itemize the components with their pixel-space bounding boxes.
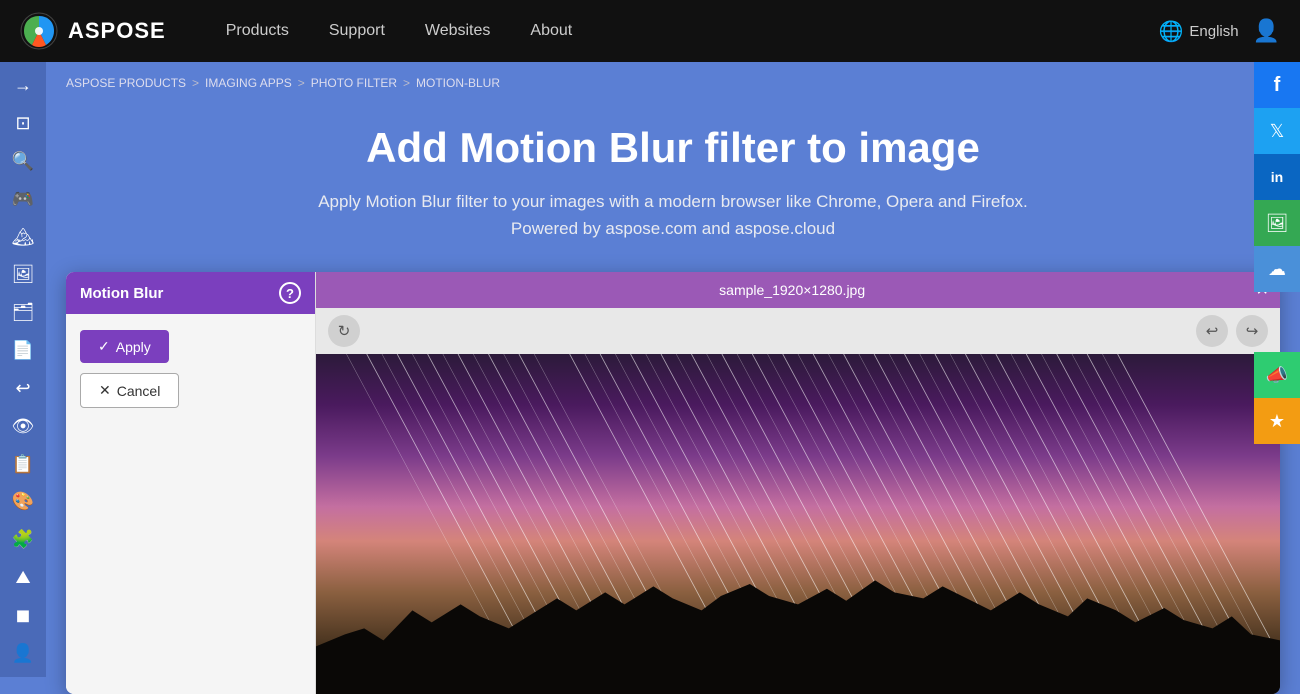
linkedin-share-button[interactable]: in bbox=[1254, 154, 1300, 200]
filter-actions: ✓ Apply ✕ Cancel bbox=[66, 314, 315, 424]
cancel-button[interactable]: ✕ Cancel bbox=[80, 373, 179, 408]
main-content: ASPOSE PRODUCTS > IMAGING APPS > PHOTO F… bbox=[46, 62, 1300, 694]
language-selector[interactable]: 🌐 English bbox=[1158, 19, 1238, 44]
breadcrumb-motion-blur[interactable]: MOTION-BLUR bbox=[416, 76, 500, 90]
hero-description: Apply Motion Blur filter to your images … bbox=[66, 188, 1280, 215]
left-sidebar: → ⊡ 🔍 🎮 🏔 🖼 🗂 📄 ↩ 👁 📋 🎨 🧩 ⛰ ◼ 👤 bbox=[0, 62, 46, 677]
hero-section: Add Motion Blur filter to image Apply Mo… bbox=[46, 104, 1300, 272]
sidebar-item-frame[interactable]: ⊡ bbox=[4, 106, 42, 142]
twitter-icon: 𝕏 bbox=[1270, 121, 1285, 142]
refresh-button[interactable]: ↻ bbox=[328, 315, 360, 347]
user-icon[interactable]: 👤 bbox=[1253, 18, 1280, 44]
nav-right: 🌐 English 👤 bbox=[1158, 18, 1280, 44]
filter-panel: Motion Blur ? ✓ Apply ✕ Cancel bbox=[66, 272, 316, 694]
logo[interactable]: ASPOSE bbox=[20, 12, 166, 50]
sidebar-item-image[interactable]: 🖼 bbox=[4, 257, 42, 293]
breadcrumb-photo-filter[interactable]: PHOTO FILTER bbox=[311, 76, 397, 90]
cloud-icon: ☁ bbox=[1268, 259, 1286, 280]
facebook-share-button[interactable]: f bbox=[1254, 62, 1300, 108]
app-area: Motion Blur ? ✓ Apply ✕ Cancel bbox=[66, 272, 1280, 694]
nav-links: Products Support Websites About bbox=[226, 22, 1159, 40]
undo-button[interactable]: ↩ bbox=[1196, 315, 1228, 347]
filter-header: Motion Blur ? bbox=[66, 272, 315, 314]
sidebar-item-landscape[interactable]: 🏔 bbox=[4, 219, 42, 255]
image-filename: sample_1920×1280.jpg bbox=[328, 282, 1256, 298]
announce-button[interactable]: 📣 bbox=[1254, 352, 1300, 398]
sidebar-item-game[interactable]: 🎮 bbox=[4, 181, 42, 217]
breadcrumb-sep-1: > bbox=[192, 76, 199, 90]
sidebar-item-mountain[interactable]: ⛰ bbox=[4, 560, 42, 596]
breadcrumb-sep-2: > bbox=[298, 76, 305, 90]
breadcrumb-imaging[interactable]: IMAGING APPS bbox=[205, 76, 292, 90]
sidebar-item-person[interactable]: 👤 bbox=[4, 635, 42, 671]
hero-powered-by: Powered by aspose.com and aspose.cloud bbox=[66, 215, 1280, 242]
sidebar-item-filter[interactable]: ◼ bbox=[4, 597, 42, 633]
sidebar-item-portrait[interactable]: 🗂 bbox=[4, 295, 42, 331]
sidebar-item-arrow[interactable]: → bbox=[4, 68, 42, 104]
favorite-button[interactable]: ★ bbox=[1254, 398, 1300, 444]
sidebar-item-gallery[interactable]: 🎨 bbox=[4, 484, 42, 520]
image-canvas bbox=[316, 354, 1280, 694]
nav-link-products[interactable]: Products bbox=[226, 22, 289, 40]
sidebar-item-document[interactable]: 📄 bbox=[4, 333, 42, 369]
nav-link-about[interactable]: About bbox=[530, 22, 572, 40]
cloud-share-button[interactable]: ☁ bbox=[1254, 246, 1300, 292]
facebook-icon: f bbox=[1274, 74, 1281, 97]
image-toolbar: sample_1920×1280.jpg × bbox=[316, 272, 1280, 308]
x-icon: ✕ bbox=[99, 382, 111, 399]
sidebar-item-undo[interactable]: ↩ bbox=[4, 371, 42, 407]
aspose-logo-icon bbox=[20, 12, 58, 50]
page-title: Add Motion Blur filter to image bbox=[66, 124, 1280, 172]
sidebar-item-puzzle[interactable]: 🧩 bbox=[4, 522, 42, 558]
image-share-button[interactable]: 🖼 bbox=[1254, 200, 1300, 246]
apply-button[interactable]: ✓ Apply bbox=[80, 330, 169, 363]
top-navigation: ASPOSE Products Support Websites About 🌐… bbox=[0, 0, 1300, 62]
linkedin-icon: in bbox=[1271, 169, 1283, 185]
breadcrumb-aspose[interactable]: ASPOSE PRODUCTS bbox=[66, 76, 186, 90]
filter-name-label: Motion Blur bbox=[80, 285, 163, 302]
sidebar-item-list[interactable]: 📋 bbox=[4, 446, 42, 482]
nav-link-websites[interactable]: Websites bbox=[425, 22, 491, 40]
star-icon: ★ bbox=[1269, 411, 1285, 432]
breadcrumb: ASPOSE PRODUCTS > IMAGING APPS > PHOTO F… bbox=[46, 62, 1300, 104]
language-label: English bbox=[1189, 23, 1238, 40]
breadcrumb-sep-3: > bbox=[403, 76, 410, 90]
image-share-icon: 🖼 bbox=[1266, 213, 1289, 234]
second-toolbar: ↻ ↩ ↪ bbox=[316, 308, 1280, 354]
checkmark-icon: ✓ bbox=[98, 338, 110, 355]
globe-icon: 🌐 bbox=[1158, 19, 1183, 44]
image-viewer: sample_1920×1280.jpg × ↻ ↩ ↪ bbox=[316, 272, 1280, 694]
sidebar-item-eye[interactable]: 👁 bbox=[4, 408, 42, 444]
image-display bbox=[316, 354, 1280, 694]
sidebar-item-search[interactable]: 🔍 bbox=[4, 144, 42, 180]
logo-text: ASPOSE bbox=[68, 18, 166, 44]
announce-icon: 📣 bbox=[1266, 365, 1288, 386]
social-bar: f 𝕏 in 🖼 ☁ 📣 ★ bbox=[1254, 62, 1300, 444]
twitter-share-button[interactable]: 𝕏 bbox=[1254, 108, 1300, 154]
filter-help-button[interactable]: ? bbox=[279, 282, 301, 304]
nav-link-support[interactable]: Support bbox=[329, 22, 385, 40]
